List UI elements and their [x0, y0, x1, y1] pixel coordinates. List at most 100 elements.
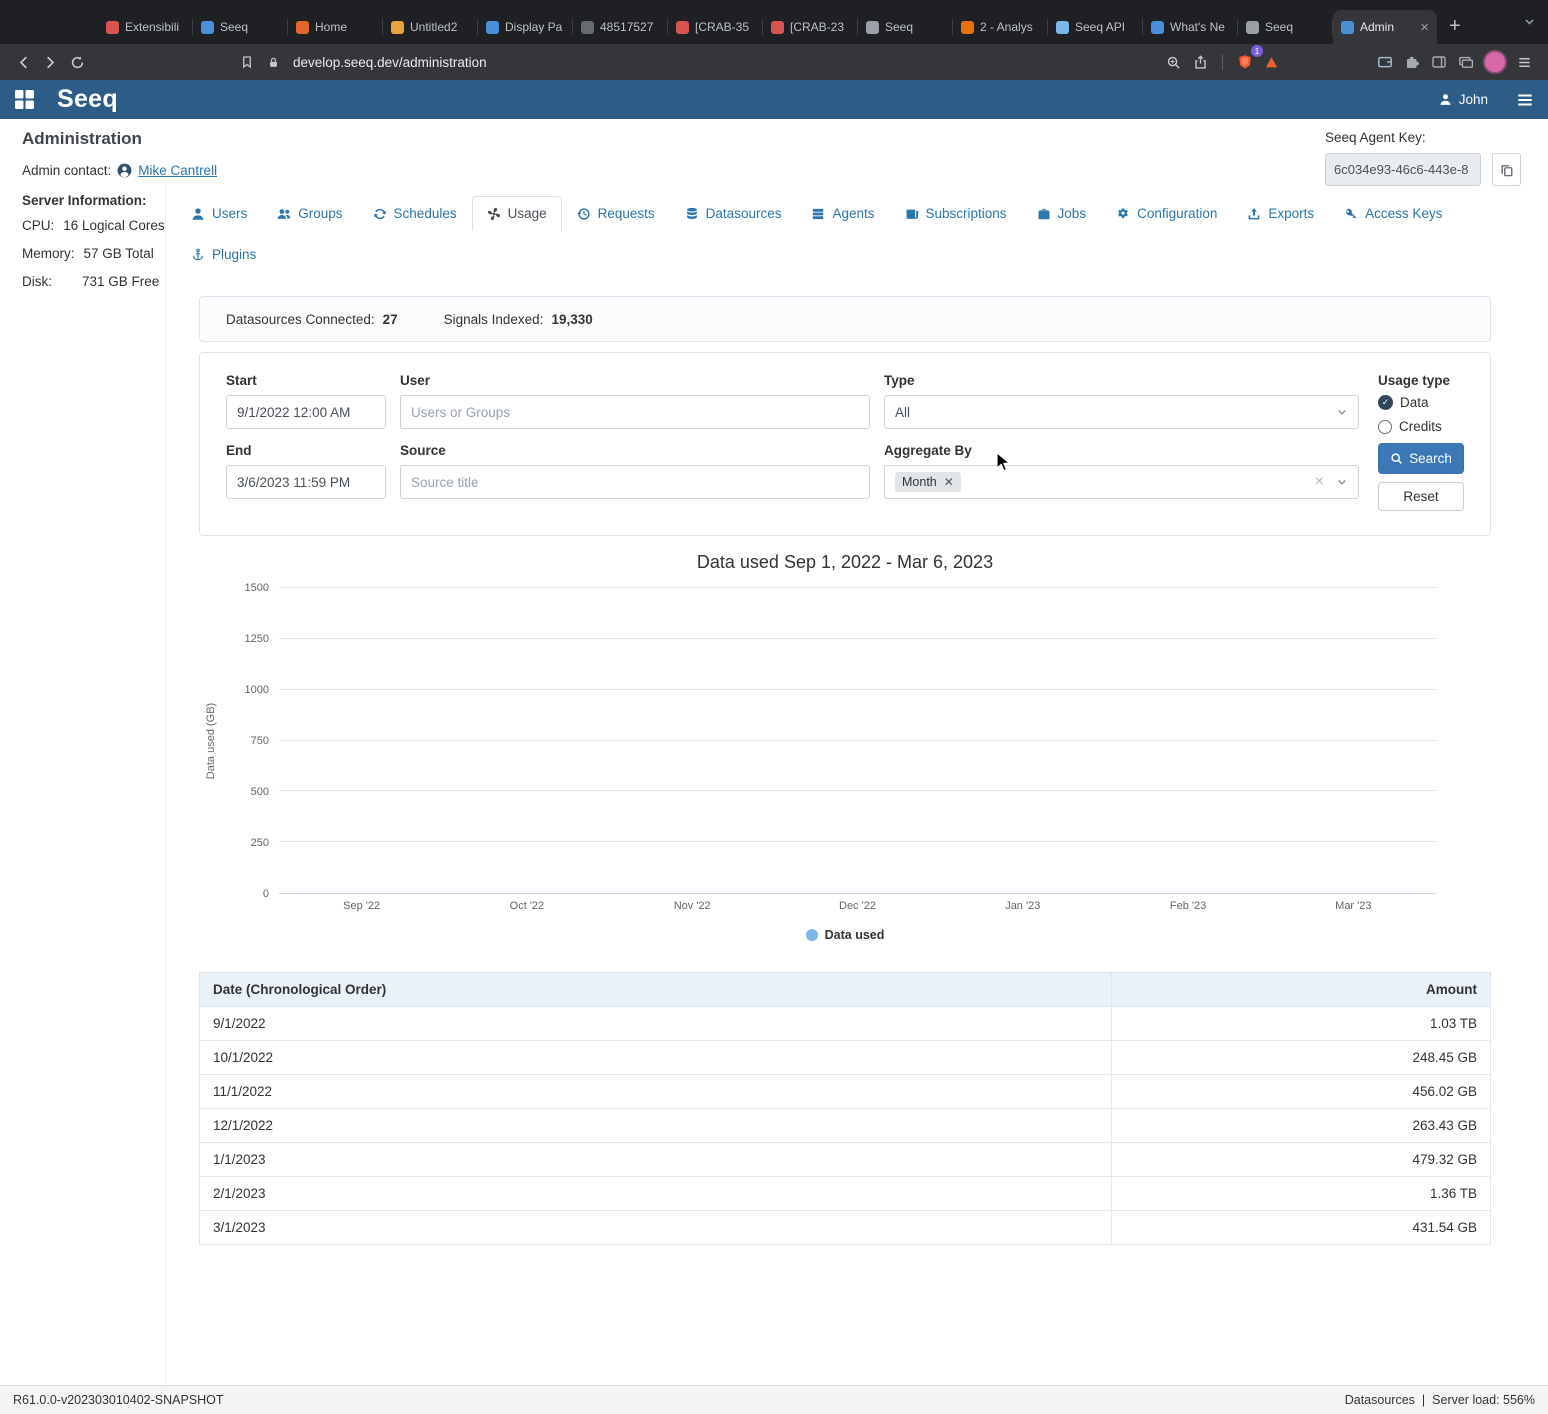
clear-selection-icon[interactable]: ×: [1315, 474, 1324, 490]
browser-tab[interactable]: 2 - Analys: [953, 10, 1048, 44]
table-row: 12/1/2022263.43 GB: [200, 1109, 1491, 1143]
extensions-puzzle-icon[interactable]: [1398, 49, 1425, 76]
sidebar-toggle-icon[interactable]: [1425, 49, 1452, 76]
forward-button[interactable]: [37, 49, 64, 76]
server-load-text: Server load: 556%: [1432, 1393, 1535, 1407]
header-amount: Amount: [1112, 973, 1491, 1007]
admin-tab-usage[interactable]: Usage: [472, 196, 562, 231]
reload-button[interactable]: [64, 49, 91, 76]
stat-label: Signals Indexed:: [444, 312, 544, 327]
tab-favicon-icon: [296, 21, 309, 34]
browser-tab[interactable]: [CRAB-35: [668, 10, 763, 44]
admin-contact-link[interactable]: Mike Cantrell: [138, 163, 217, 178]
admin-tab-subscriptions[interactable]: Subscriptions: [890, 196, 1022, 231]
address-bar-url[interactable]: develop.seeq.dev/administration: [293, 55, 487, 70]
browser-menu-icon[interactable]: [1511, 49, 1538, 76]
browser-tab[interactable]: Home: [288, 10, 383, 44]
x-axis-label: Nov '22: [610, 900, 775, 912]
y-axis-tick-label: 0: [263, 888, 269, 900]
browser-tab[interactable]: Display Pa: [478, 10, 573, 44]
wallet-icon[interactable]: [1371, 49, 1398, 76]
browser-tab[interactable]: Seeq: [193, 10, 288, 44]
user-input[interactable]: [400, 395, 870, 429]
reset-button[interactable]: Reset: [1378, 482, 1464, 511]
chevron-down-icon: [1336, 476, 1348, 488]
search-button[interactable]: Search: [1378, 443, 1464, 474]
zoom-icon[interactable]: [1160, 49, 1187, 76]
browser-tab[interactable]: [CRAB-23: [763, 10, 858, 44]
export-icon: [1247, 207, 1261, 221]
tab-close-icon[interactable]: ×: [1420, 20, 1429, 35]
app-switcher-grid-icon[interactable]: [14, 89, 35, 110]
agent-key-input[interactable]: [1325, 153, 1481, 186]
browser-tab[interactable]: Seeq: [858, 10, 953, 44]
cell-date: 2/1/2023: [200, 1177, 1112, 1211]
search-button-label: Search: [1409, 451, 1452, 466]
browser-tab[interactable]: Admin×: [1333, 10, 1437, 44]
admin-tab-datasources[interactable]: Datasources: [670, 196, 797, 231]
source-input[interactable]: [400, 465, 870, 499]
legend-label: Data used: [825, 928, 885, 942]
remove-tag-icon[interactable]: ✕: [944, 476, 954, 488]
cell-date: 11/1/2022: [200, 1075, 1112, 1109]
bookmark-icon[interactable]: [233, 49, 260, 76]
new-tab-button[interactable]: +: [1449, 15, 1461, 38]
tab-favicon-icon: [1246, 21, 1259, 34]
aggregate-tag-label: Month: [902, 475, 937, 489]
radio-data[interactable]: ✓ Data: [1378, 395, 1464, 410]
shield-badge: 1: [1251, 45, 1263, 57]
tab-favicon-icon: [961, 21, 974, 34]
admin-tab-configuration[interactable]: Configuration: [1101, 196, 1232, 231]
user-menu[interactable]: John: [1439, 92, 1488, 107]
wallet-cards-icon[interactable]: [1452, 49, 1479, 76]
admin-tab-requests[interactable]: Requests: [562, 196, 670, 231]
back-button[interactable]: [10, 49, 37, 76]
profile-avatar[interactable]: [1483, 50, 1507, 74]
y-axis-title: Data used (GB): [199, 588, 223, 894]
start-date-input[interactable]: [226, 395, 386, 429]
tab-label: [CRAB-23: [790, 20, 850, 34]
admin-tab-plugins[interactable]: Plugins: [176, 237, 271, 272]
tab-favicon-icon: [771, 21, 784, 34]
browser-tab[interactable]: What's Ne: [1143, 10, 1238, 44]
seeq-logo[interactable]: Seeq: [57, 87, 118, 112]
admin-tab-access-keys[interactable]: Access Keys: [1329, 196, 1457, 231]
admin-tab-schedules[interactable]: Schedules: [358, 196, 472, 231]
share-icon[interactable]: [1187, 49, 1214, 76]
admin-tab-agents[interactable]: Agents: [796, 196, 889, 231]
type-select[interactable]: All: [884, 395, 1359, 429]
page-title: Administration: [22, 129, 262, 149]
tab-label: 2 - Analys: [980, 20, 1040, 34]
server-info-value: 57 GB Total: [84, 246, 154, 261]
aggregate-tag[interactable]: Month ✕: [895, 472, 961, 492]
browser-tab[interactable]: 48517527: [573, 10, 668, 44]
type-label: Type: [884, 373, 1359, 388]
admin-tab-exports[interactable]: Exports: [1232, 196, 1329, 231]
admin-tab-users[interactable]: Users: [176, 196, 262, 231]
browser-tab[interactable]: Seeq: [1238, 10, 1333, 44]
cell-amount: 431.54 GB: [1112, 1211, 1491, 1245]
browser-tab[interactable]: Extensibili: [98, 10, 193, 44]
sync-icon: [373, 207, 387, 221]
y-axis-tick-label: 1250: [245, 633, 269, 645]
brave-shield-icon[interactable]: 1: [1231, 49, 1258, 76]
status-separator: |: [1422, 1393, 1425, 1407]
chart-legend[interactable]: Data used: [199, 928, 1491, 942]
browser-tab[interactable]: Seeq API: [1048, 10, 1143, 44]
browser-tab[interactable]: Untitled2: [383, 10, 478, 44]
aggregate-by-select[interactable]: Month ✕ ×: [884, 465, 1359, 499]
datasources-status-link[interactable]: Datasources: [1345, 1393, 1415, 1407]
x-axis-label: Oct '22: [444, 900, 609, 912]
end-date-input[interactable]: [226, 465, 386, 499]
radio-credits[interactable]: Credits: [1378, 419, 1464, 434]
page-content: Administration Admin contact: Mike Cantr…: [0, 119, 1548, 1385]
tab-search-chevron-icon[interactable]: [1523, 15, 1536, 31]
tab-label: Access Keys: [1365, 206, 1442, 221]
admin-tab-groups[interactable]: Groups: [262, 196, 357, 231]
copy-agent-key-button[interactable]: [1492, 153, 1521, 186]
app-menu-icon[interactable]: [1516, 91, 1534, 109]
lock-icon[interactable]: [260, 49, 287, 76]
users-icon: [277, 207, 291, 221]
tab-favicon-icon: [676, 21, 689, 34]
admin-tab-jobs[interactable]: Jobs: [1022, 196, 1102, 231]
